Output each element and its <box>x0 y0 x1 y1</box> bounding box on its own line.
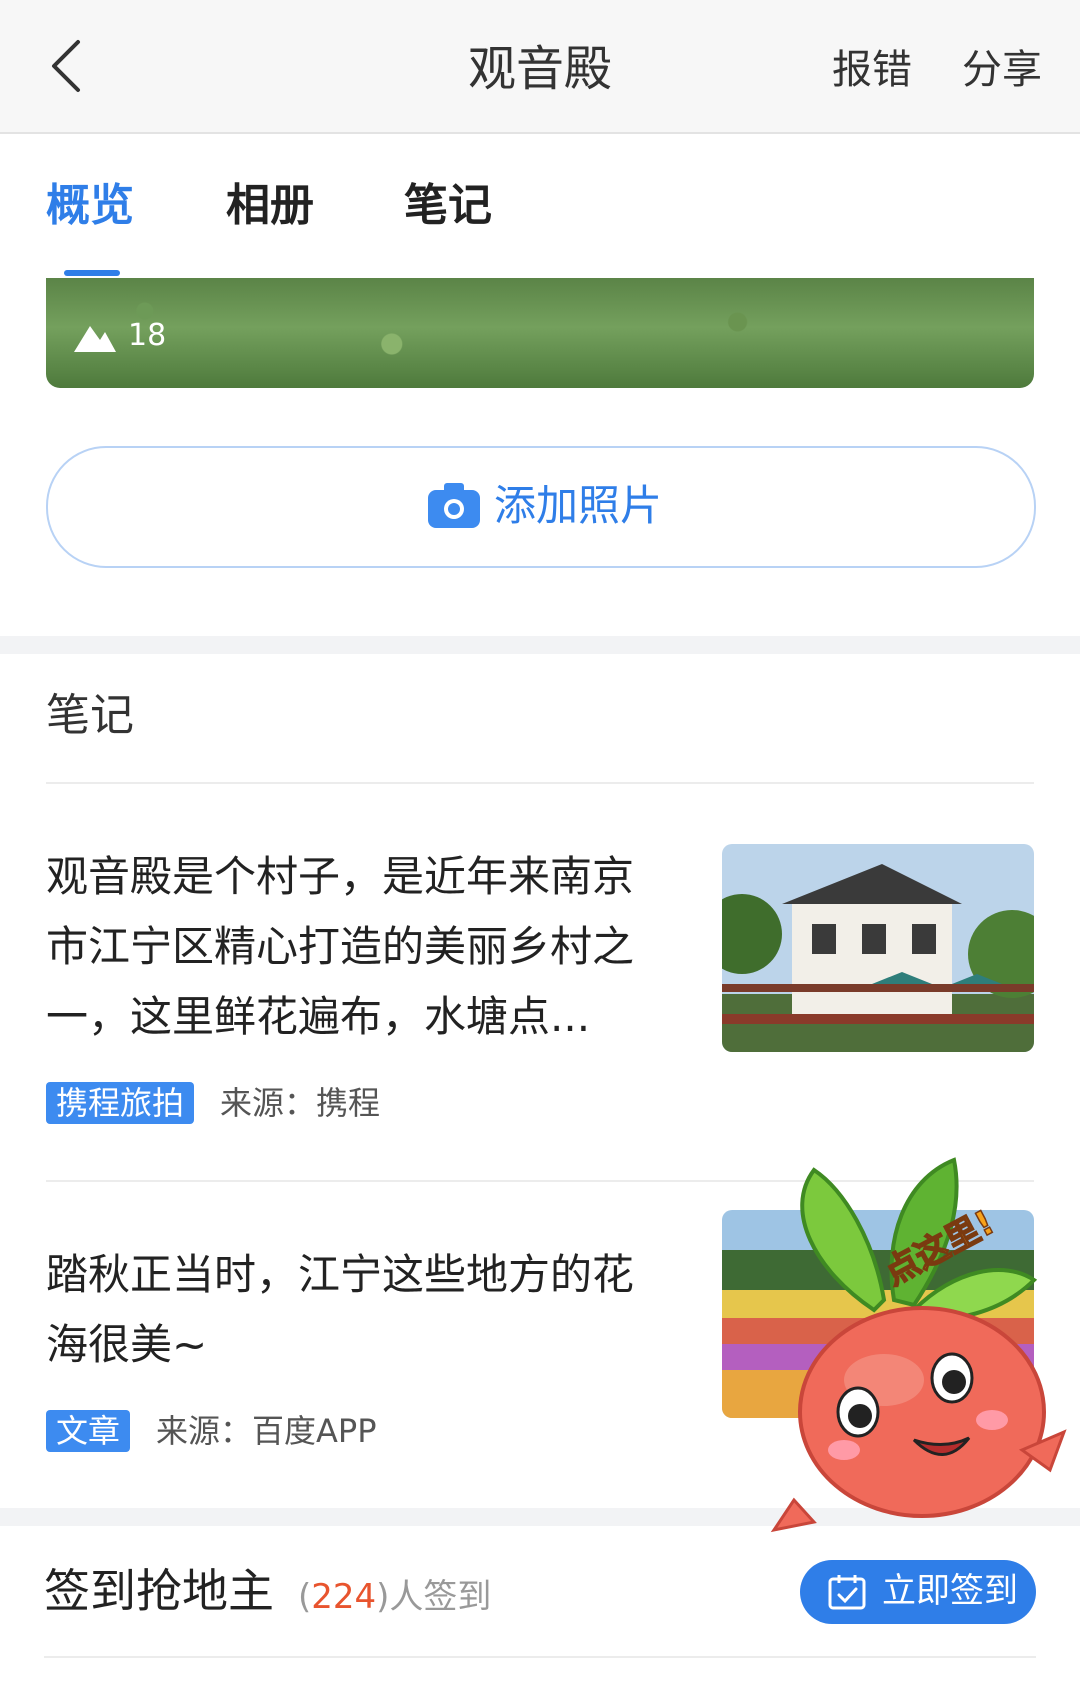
report-error-button[interactable]: 报错 <box>832 42 912 98</box>
page-title: 观音殿 <box>467 41 612 97</box>
source-tag: 文章 <box>46 1410 131 1452</box>
divider <box>44 1656 1036 1658</box>
source-tag: 携程旅拍 <box>46 1082 195 1124</box>
checkin-title: 签到抢地主 <box>44 1564 274 1618</box>
tab-notes[interactable]: 笔记 <box>404 176 492 236</box>
photo-count: 18 <box>128 318 167 353</box>
note-title[interactable]: 踏秋正当时，江宁这些地方的花海很美~ <box>46 1240 666 1380</box>
checkin-button-label: 立即签到 <box>882 1571 1018 1611</box>
add-photo-label: 添加照片 <box>494 481 663 530</box>
note-source: 来源：携程 <box>220 1084 381 1122</box>
note-source: 来源：百度APP <box>156 1412 377 1450</box>
camera-icon <box>428 482 480 528</box>
note-title[interactable]: 观音殿是个村子，是近年来南京市江宁区精心打造的美丽乡村之一，这里鲜花遍布，水塘点… <box>46 842 666 1052</box>
active-tab-indicator <box>64 270 120 276</box>
calendar-check-icon <box>828 1574 866 1610</box>
checkin-count-number: 224 <box>311 1577 377 1617</box>
mountain-icon <box>74 318 116 352</box>
tab-album[interactable]: 相册 <box>226 176 314 236</box>
tab-overview[interactable]: 概览 <box>46 176 134 236</box>
radish-mascot-floating-button[interactable]: 点这里! <box>754 1150 1080 1540</box>
note-thumbnail[interactable] <box>722 844 1034 1052</box>
section-divider <box>0 636 1080 654</box>
share-button[interactable]: 分享 <box>962 42 1042 98</box>
notes-section-title: 笔记 <box>46 690 134 741</box>
album-cover-photo[interactable] <box>46 278 1034 388</box>
checkin-count: (224)人签到 <box>298 1577 492 1617</box>
tab-bar: 概览 相册 笔记 <box>0 134 1080 278</box>
divider <box>46 782 1034 784</box>
